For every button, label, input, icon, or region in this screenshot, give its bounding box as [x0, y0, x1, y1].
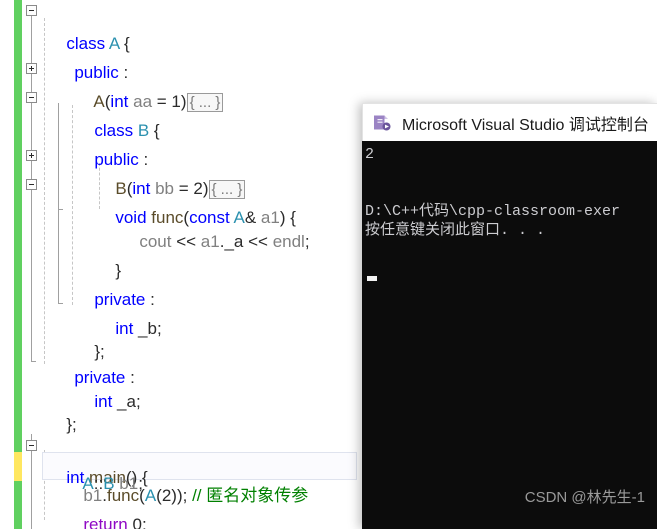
token-comment: // 匿名对象传参 [192, 486, 309, 505]
fold-toggle-class-a[interactable] [26, 5, 37, 16]
screenshot-root: class A { public : A(int aa = 1){ ... } … [0, 0, 657, 529]
console-output-line-1 [364, 164, 657, 183]
console-output-blank [364, 183, 657, 202]
token-return-keyword: return [83, 515, 128, 529]
fold-toggle-ctor-a[interactable] [26, 63, 37, 74]
code-line-9[interactable]: private : [66, 256, 154, 309]
code-line-18[interactable]: b1.func(A(2)); // 匿名对象传参 [55, 452, 308, 505]
code-line-3[interactable]: class B { [66, 87, 159, 140]
csdn-watermark: CSDN @林先生-1 [524, 489, 645, 506]
console-cursor [367, 276, 377, 281]
vs-debug-console-icon [372, 112, 394, 134]
code-line-0[interactable]: class A { [38, 0, 129, 53]
code-line-13[interactable]: int _a; [66, 358, 140, 411]
code-line-20[interactable]: } [38, 500, 72, 529]
fold-guide-func [58, 161, 59, 209]
fold-guide-end-class-a [31, 361, 36, 362]
code-line-2[interactable]: A(int aa = 1){ ... } [66, 58, 224, 112]
fold-toggle-func[interactable] [26, 179, 37, 190]
code-line-7[interactable]: cout << a1._a << endl; [111, 198, 309, 251]
change-bar-saved-lower [14, 481, 22, 529]
code-line-11[interactable]: }; [66, 308, 104, 361]
console-output-line-3: 按任意键关闭此窗口. . . [365, 222, 546, 239]
console-output-area[interactable]: 2 D:\C++代码\cpp-classroom-exer 按任意键关闭此窗口.… [362, 141, 657, 529]
fold-toggle-main[interactable] [26, 440, 37, 451]
fold-toggle-ctor-b[interactable] [26, 150, 37, 161]
console-output-line-2: D:\C++代码\cpp-classroom-exer [365, 203, 621, 220]
change-bar-saved-mid [14, 434, 22, 452]
code-line-14[interactable]: }; [38, 381, 76, 434]
code-line-4[interactable]: public : [66, 116, 148, 169]
console-title-text: Microsoft Visual Studio 调试控制台 [402, 116, 649, 134]
code-line-8[interactable]: } [87, 227, 121, 280]
code-line-1[interactable]: public : [46, 29, 128, 82]
change-bar-unsaved [14, 452, 22, 481]
code-line-5[interactable]: B(int bb = 2){ ... } [87, 145, 246, 199]
debug-console-window[interactable]: Microsoft Visual Studio 调试控制台 2 D:\C++代码… [362, 103, 657, 529]
fold-guide-end-func [58, 209, 63, 210]
change-bar-saved-upper [14, 0, 22, 434]
collapsed-block-ctor-a[interactable]: { ... } [186, 93, 224, 112]
console-title-bar[interactable]: Microsoft Visual Studio 调试控制台 [362, 103, 657, 141]
fold-guide-end-class-b [58, 303, 63, 304]
console-output-line-0: 2 [365, 146, 375, 163]
fold-toggle-class-b[interactable] [26, 92, 37, 103]
